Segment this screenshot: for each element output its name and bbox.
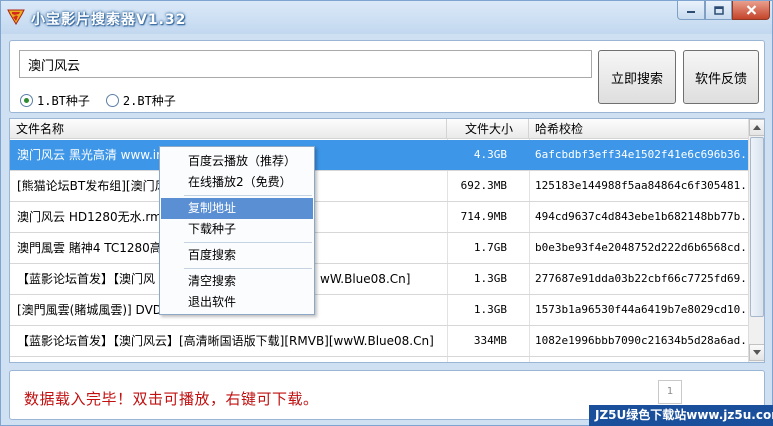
row-name-overflow: wW.Blue08.Cn]: [320, 272, 411, 286]
menu-separator: [184, 242, 312, 243]
column-header-size[interactable]: 文件大小: [447, 119, 529, 139]
source-radio-group: 1.BT种子 2.BT种子: [20, 92, 192, 109]
radio-bt-1-label[interactable]: 1.BT种子: [37, 92, 90, 109]
column-header-name[interactable]: 文件名称: [10, 119, 447, 139]
row-hash: 1082e1996bbb7090c21634b5d28a6ad...: [535, 334, 747, 347]
row-hash: 277687e91dda03b22cbf66c7725fd69...: [535, 272, 747, 285]
row-size: 1.7GB: [473, 241, 507, 254]
radio-bt-1[interactable]: [20, 94, 33, 107]
table-row[interactable]: 澳门风云 黑光高清 www.im 4.3GB 6afcbdbf3eff34e15…: [10, 140, 748, 171]
table-row[interactable]: 【蓝影论坛首发】【澳门风云】[高清晰国语版下载][RMVB][wwW.Blue0…: [10, 326, 748, 357]
radio-bt-2[interactable]: [105, 94, 119, 107]
context-menu: 百度云播放（推荐） 在线播放2（免费） 复制地址 下载种子 百度搜索 清空搜索 …: [159, 146, 315, 315]
radio-selected-dot: [24, 98, 29, 103]
column-header-hash[interactable]: 哈希校检: [529, 119, 748, 139]
menu-separator: [184, 268, 312, 269]
menu-item-copy-address[interactable]: 复制地址: [161, 198, 313, 219]
table-row[interactable]: [澳門風雲(賭城風雲)] DVD 1.3GB 1573b1a96530f44a6…: [10, 295, 748, 326]
page-number[interactable]: 1: [658, 380, 682, 404]
row-hash: b0e3be93f4e2048752d222d6b6568cd...: [535, 241, 747, 254]
menu-separator: [184, 195, 312, 196]
row-size: 1.3GB: [473, 272, 507, 285]
search-button[interactable]: 立即搜索: [598, 50, 676, 104]
row-hash: 494cd9637c4d843ebe1b682148bb77b...: [535, 210, 747, 223]
menu-item-baidu-cloud-play[interactable]: 百度云播放（推荐）: [161, 151, 313, 172]
table-row[interactable]: [熊猫论坛BT发布组][澳门风 692.3MB 125183e144988f5a…: [10, 171, 748, 202]
search-panel: 1.BT种子 2.BT种子 立即搜索 软件反馈: [9, 40, 765, 113]
maximize-button[interactable]: [705, 1, 732, 20]
row-size: 714.9MB: [460, 210, 507, 223]
site-watermark: JZ5U绿色下载站www.jz5u.com: [589, 405, 773, 426]
table-row[interactable]: 澳门风云 HD1280无水.rmvb 714.9MB 494cd9637c4d8…: [10, 202, 748, 233]
scroll-thumb[interactable]: [750, 137, 764, 317]
arrow-up-icon: [753, 125, 761, 130]
menu-item-online-play-2[interactable]: 在线播放2（免费）: [161, 172, 313, 193]
arrow-down-icon: [753, 350, 761, 355]
menu-item-clear-search[interactable]: 清空搜索: [161, 271, 313, 292]
row-size: 334MB: [473, 334, 507, 347]
row-size: 4.3GB: [473, 148, 507, 161]
row-size: 1.3GB: [473, 303, 507, 316]
menu-item-exit[interactable]: 退出软件: [161, 292, 313, 313]
vertical-scrollbar[interactable]: [748, 119, 764, 362]
scroll-up-button[interactable]: [749, 119, 764, 136]
minimize-icon: [687, 11, 695, 13]
scroll-down-button[interactable]: [749, 344, 764, 361]
row-size: 692.3MB: [460, 179, 507, 192]
maximize-icon: [713, 5, 724, 15]
close-button[interactable]: [732, 1, 770, 20]
search-input[interactable]: [19, 50, 592, 78]
table-row[interactable]: 【蓝影论坛首发】【澳门风 wW.Blue08.Cn] 1.3GB 277687e…: [10, 264, 748, 295]
row-name: 【蓝影论坛首发】【澳门风云】[高清晰国语版下载][RMVB][wwW.Blue0…: [17, 334, 434, 348]
radio-bt-2-label[interactable]: 2.BT种子: [123, 92, 176, 109]
row-hash: 1573b1a96530f44a6419b7e8029cd10...: [535, 303, 747, 316]
feedback-button[interactable]: 软件反馈: [683, 50, 759, 104]
menu-item-download-torrent[interactable]: 下载种子: [161, 219, 313, 240]
close-icon: [746, 5, 756, 15]
table-header: 文件名称 文件大小 哈希校检: [10, 119, 748, 139]
row-hash: 6afcbdbf3eff34e1502f41e6c696b36...: [535, 148, 747, 161]
row-hash: 125183e144988f5aa84864c6f305481...: [535, 179, 747, 192]
results-table: 文件名称 文件大小 哈希校检 澳门风云 黑光高清 www.im 4.3GB 6a…: [9, 118, 765, 363]
window-title: 小宝影片搜索器V1.32: [31, 12, 187, 28]
menu-item-baidu-search[interactable]: 百度搜索: [161, 245, 313, 266]
status-message: 数据载入完毕！双击可播放，右键可下载。: [24, 390, 319, 408]
minimize-button[interactable]: [677, 1, 705, 20]
app-window: 小宝影片搜索器V1.32 1.BT种子 2.BT种子 立即搜索 软件反馈 文件名…: [0, 0, 773, 426]
title-bar[interactable]: 小宝影片搜索器V1.32: [1, 1, 772, 34]
table-row[interactable]: 澳門風雲 賭神4 TC1280高清 1.7GB b0e3be93f4e20487…: [10, 233, 748, 264]
superman-logo-icon: [7, 9, 25, 25]
